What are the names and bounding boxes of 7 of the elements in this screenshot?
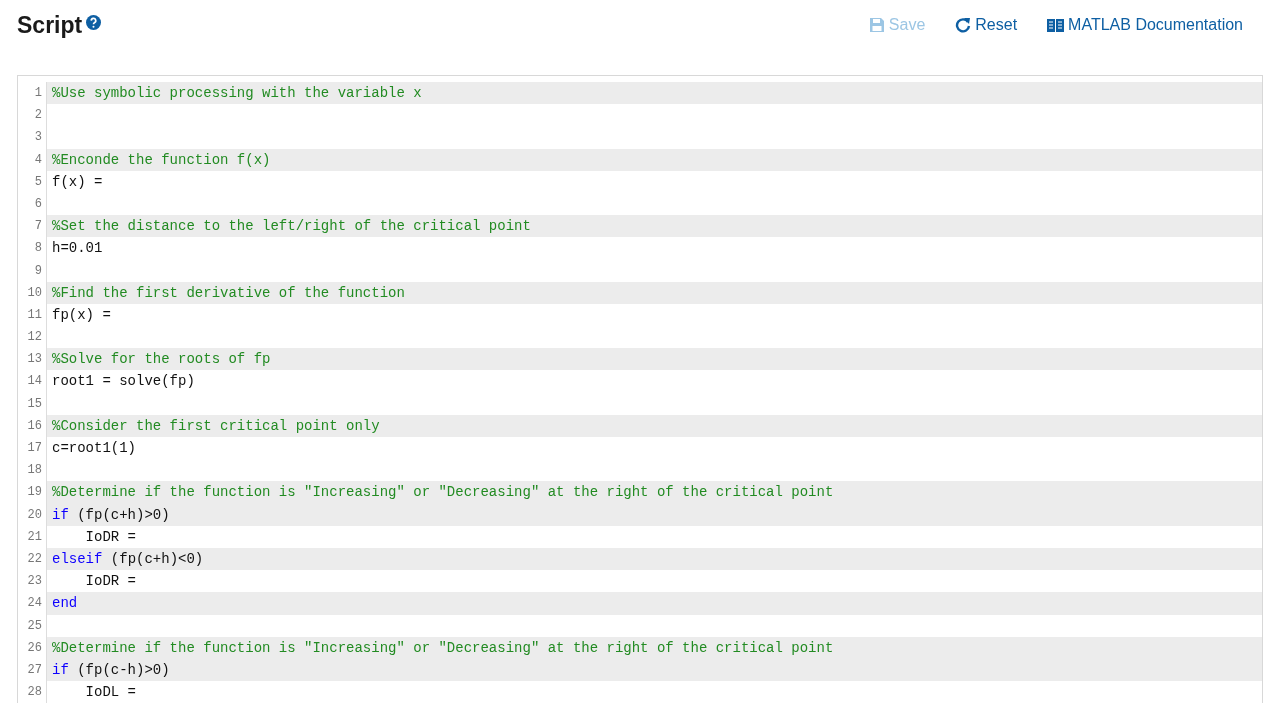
save-icon xyxy=(868,17,885,33)
help-icon[interactable] xyxy=(86,14,102,30)
reset-button[interactable]: Reset xyxy=(955,16,1018,34)
docs-button[interactable]: MATLAB Documentation xyxy=(1047,16,1243,34)
book-icon xyxy=(1047,17,1065,33)
page-title: Script xyxy=(17,11,83,39)
refresh-icon xyxy=(955,17,972,33)
